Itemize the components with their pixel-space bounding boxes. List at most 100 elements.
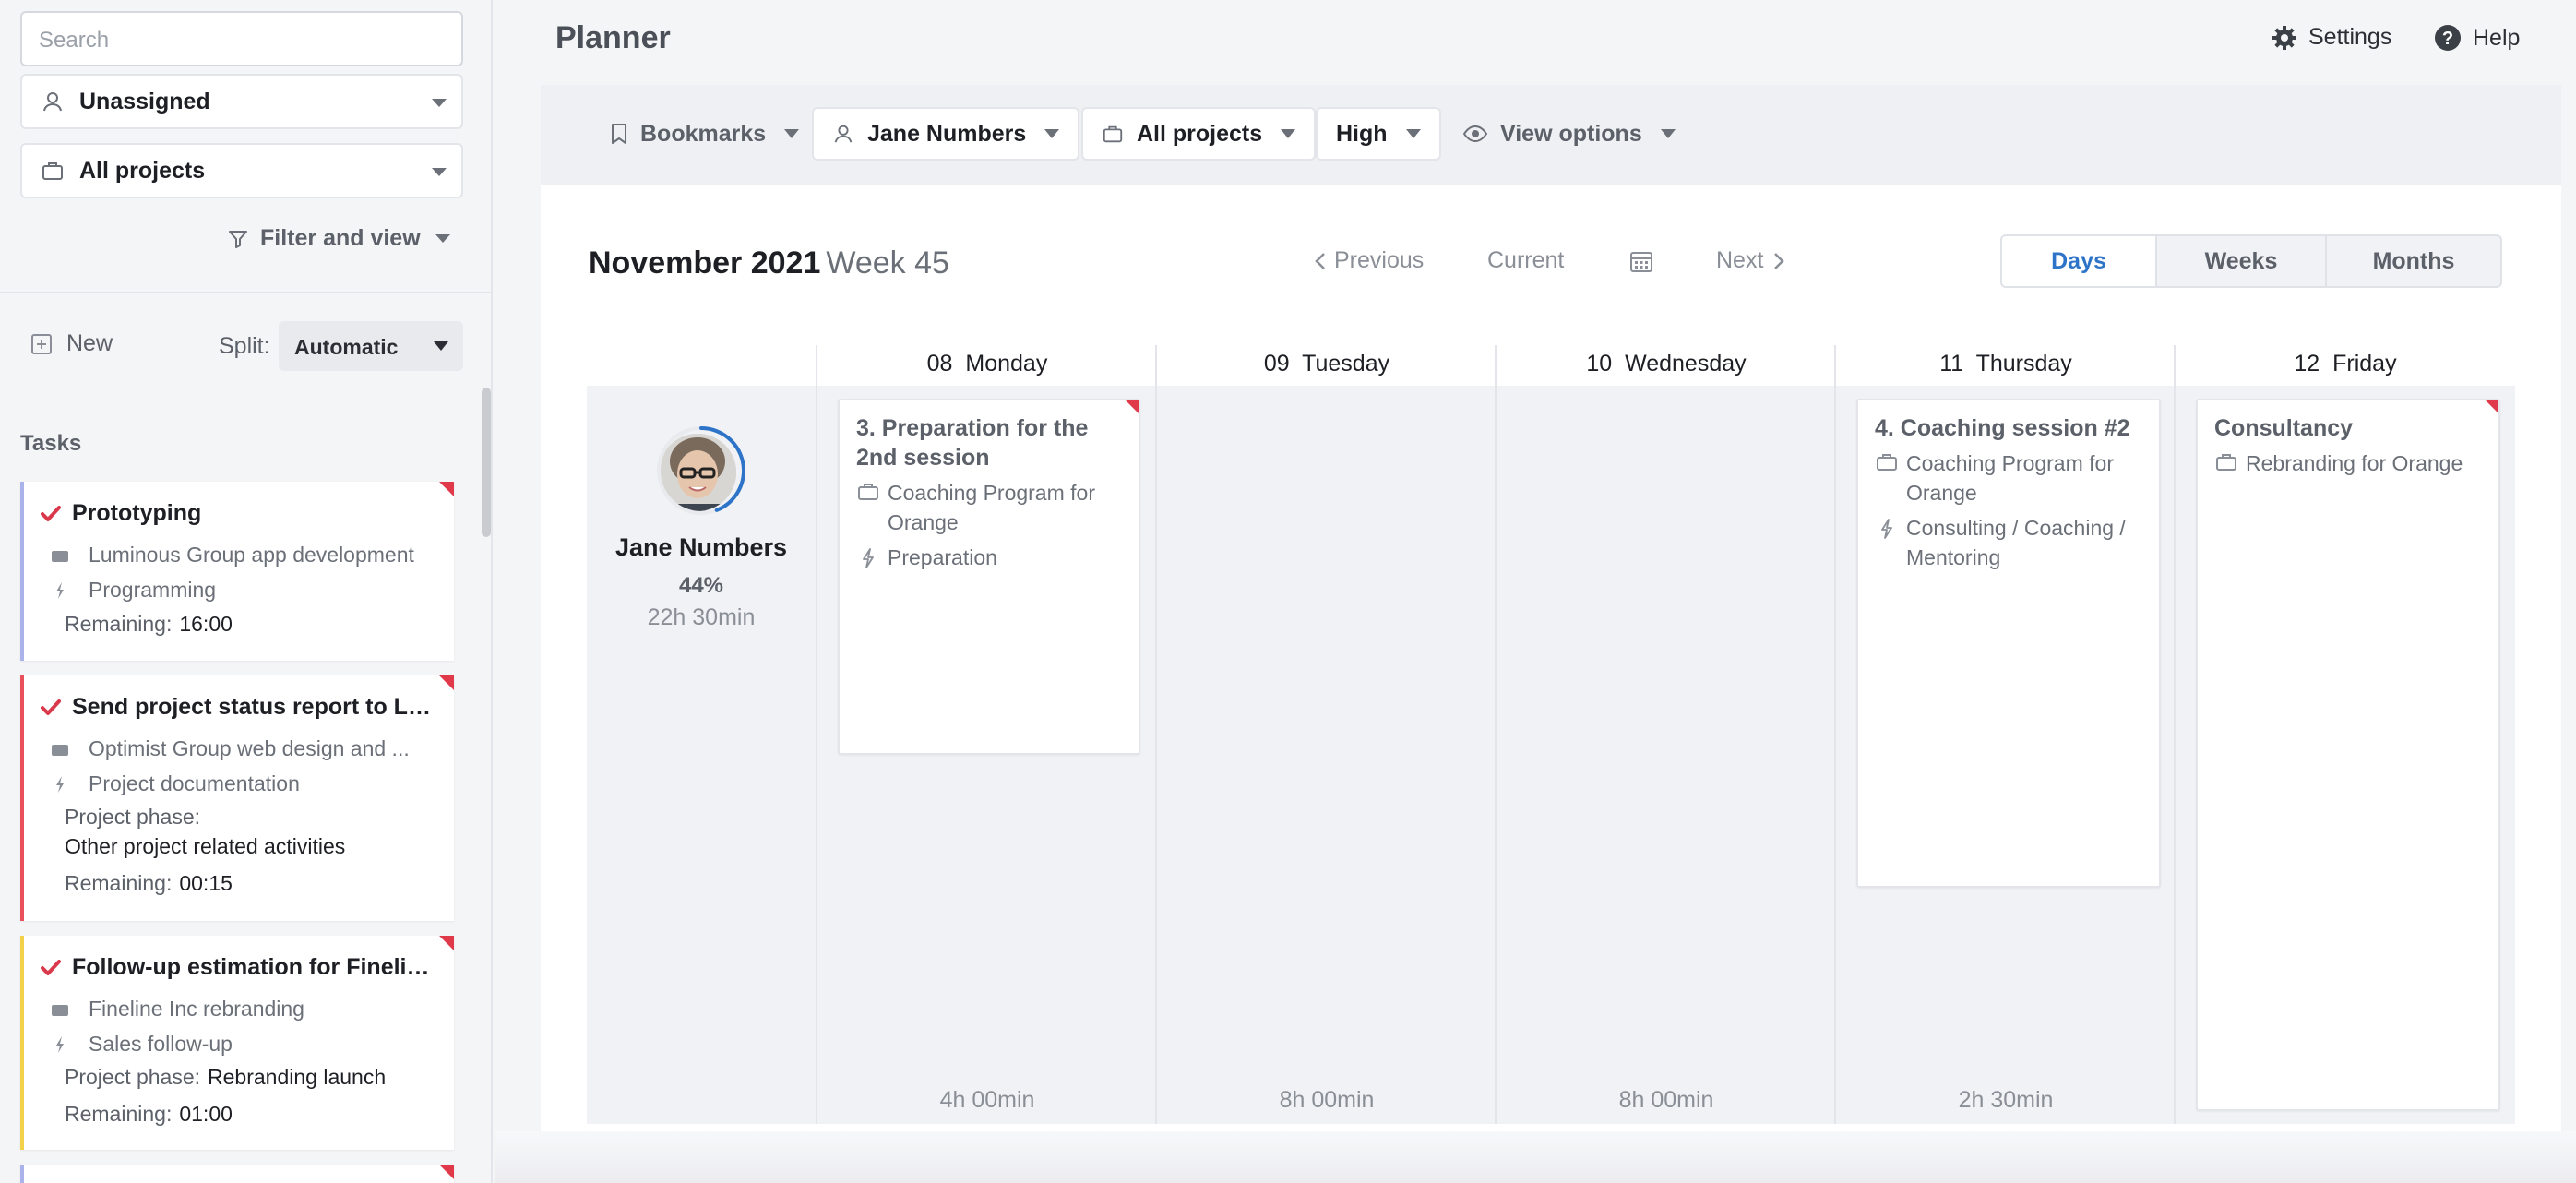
person-name: Jane Numbers [614, 533, 788, 561]
project-select-value: All projects [79, 157, 206, 184]
lightning-icon [1875, 519, 1899, 539]
bookmarks-button[interactable]: Bookmarks [592, 107, 817, 161]
phase-value: Rebranding launch [208, 1065, 387, 1089]
view-switcher: Days Weeks Months [2000, 234, 2502, 288]
task-card[interactable]: Prototyping Luminous Group app developme… [20, 482, 454, 661]
priority-flag [439, 482, 454, 496]
user-select[interactable]: Unassigned [20, 74, 463, 129]
card-project: Coaching Program for Orange [856, 478, 1122, 537]
day-header-tuesday: 09 Tuesday [1157, 351, 1497, 377]
chevron-down-icon [784, 129, 800, 138]
chevron-down-icon [432, 99, 447, 107]
person-filter-select[interactable]: Jane Numbers [812, 107, 1080, 161]
new-task-button[interactable]: New [31, 330, 113, 357]
priority-flag [439, 675, 454, 690]
card-title: 3. Preparation for the 2nd session [856, 415, 1089, 471]
task-activity: Programming [52, 578, 435, 603]
day-name: Thursday [1975, 351, 2072, 376]
svg-text:?: ? [2442, 29, 2453, 49]
priority-flag [2486, 400, 2498, 413]
card-project: Rebranding for Orange [2214, 448, 2482, 478]
view-options-button[interactable]: View options [1445, 107, 1694, 161]
filter-icon [229, 230, 247, 248]
column-divider [1834, 345, 1836, 1124]
chevron-down-icon [435, 234, 450, 243]
day-total-hours: 8h 00min [1618, 1087, 1714, 1113]
card-activity-text: Preparation [888, 545, 997, 569]
remaining-label: Remaining: [65, 612, 173, 636]
scheduled-hours: 22h 30min [647, 604, 756, 630]
briefcase-icon [856, 484, 880, 500]
sidebar-scrollbar[interactable] [482, 388, 491, 537]
remaining-label: Remaining: [65, 1102, 173, 1126]
settings-link[interactable]: Settings [2272, 24, 2391, 51]
card-activity-text: Consulting / Coaching / Mentoring [1906, 516, 2126, 569]
project-select[interactable]: All projects [20, 143, 463, 198]
lightning-icon [52, 1035, 68, 1054]
briefcase-icon [52, 743, 68, 756]
avatar[interactable] [655, 424, 747, 517]
task-activity-text: Sales follow-up [89, 1032, 233, 1056]
page-title: Planner [555, 20, 671, 55]
check-icon [41, 505, 61, 521]
lightning-icon [52, 581, 68, 600]
day-name: Friday [2332, 351, 2397, 376]
tab-weeks[interactable]: Weeks [2155, 236, 2325, 286]
tab-months[interactable]: Months [2325, 236, 2500, 286]
lightning-icon [856, 548, 880, 568]
day-header-wednesday: 10 Wednesday [1497, 351, 1836, 377]
task-card[interactable]: Follow-up estimation for Finelin... Fine… [20, 936, 454, 1150]
lightning-icon [52, 775, 68, 794]
new-task-label: New [66, 330, 113, 356]
period-title: November 2021 Week 45 [589, 245, 949, 281]
task-title: Prototyping [41, 500, 435, 527]
project-filter-select[interactable]: All projects [1081, 107, 1317, 161]
briefcase-icon [1875, 454, 1899, 471]
card-activity: Consulting / Coaching / Mentoring [1875, 513, 2142, 572]
footer-shadow [495, 1131, 2576, 1183]
person-icon [834, 125, 853, 143]
filter-and-view-button[interactable]: Filter and view [227, 225, 450, 252]
priority-filter-value: High [1336, 120, 1388, 147]
task-phase: Project phase: Rebranding launch [65, 1065, 435, 1090]
priority-filter-select[interactable]: High [1316, 107, 1441, 161]
task-remaining: Remaining: 01:00 [65, 1102, 435, 1127]
task-card[interactable] [20, 1165, 454, 1183]
person-icon [43, 92, 62, 112]
eye-icon [1463, 125, 1487, 142]
task-remaining: Remaining: 00:15 [65, 871, 435, 896]
task-project-text: Luminous Group app development [89, 543, 414, 567]
column-divider [1155, 345, 1157, 1124]
previous-button[interactable]: Previous [1314, 247, 1424, 274]
split-select-value: Automatic [294, 335, 399, 359]
plus-icon [31, 333, 52, 354]
planner-card[interactable]: Consultancy Rebranding for Orange [2196, 399, 2500, 1111]
sidebar: Search Unassigned All projects Filter an… [0, 0, 493, 1183]
tab-days[interactable]: Days [2002, 236, 2155, 286]
next-button[interactable]: Next [1716, 247, 1785, 274]
day-header-friday: 12 Friday [2176, 351, 2515, 377]
user-select-value: Unassigned [79, 88, 210, 114]
planner-card[interactable]: 4. Coaching session #2 Coaching Program … [1856, 399, 2161, 888]
project-filter-value: All projects [1137, 120, 1263, 147]
bookmarks-label: Bookmarks [640, 120, 767, 147]
current-button[interactable]: Current [1487, 247, 1564, 274]
calendar-icon[interactable] [1629, 249, 1653, 273]
day-total-hours: 8h 00min [1279, 1087, 1375, 1113]
planner-card[interactable]: 3. Preparation for the 2nd session Coach… [838, 399, 1140, 755]
task-project: Luminous Group app development [52, 543, 435, 568]
week-label: Week 45 [826, 245, 949, 281]
split-select[interactable]: Automatic [279, 321, 463, 371]
card-project-text: Coaching Program for Orange [888, 481, 1095, 534]
remaining-value: 00:15 [179, 871, 233, 895]
help-link[interactable]: ? Help [2434, 24, 2520, 52]
day-header-monday: 08 Monday [817, 351, 1157, 377]
previous-label: Previous [1334, 247, 1425, 273]
task-card[interactable]: Send project status report to Lia... Opt… [20, 675, 454, 921]
current-label: Current [1487, 247, 1565, 273]
search-input[interactable]: Search [20, 11, 463, 66]
task-activity-text: Programming [89, 578, 217, 602]
gear-icon [2272, 25, 2296, 50]
task-title-text: Follow-up estimation for Finelin... [72, 954, 435, 980]
card-activity: Preparation [856, 543, 1122, 572]
